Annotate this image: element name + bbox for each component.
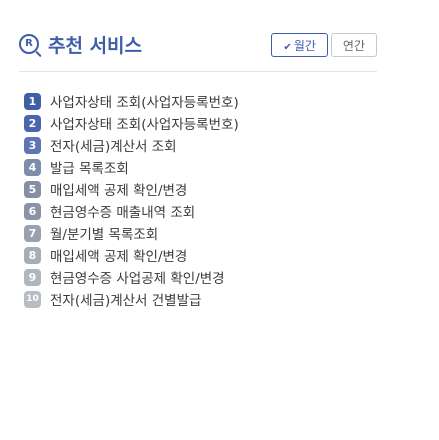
service-link[interactable]: 현금영수증 매출내역 조회: [50, 201, 195, 221]
search-recommend-icon: R: [19, 34, 39, 54]
service-item[interactable]: 8 매입세액 공제 확인/변경: [24, 244, 239, 266]
service-link[interactable]: 사업자상태 조회(사업자등록번호): [50, 113, 239, 133]
section-title: 추천 서비스: [48, 35, 143, 57]
service-item[interactable]: 10 전자(세금)계산서 건별발급: [24, 288, 239, 310]
rank-badge: 10: [24, 290, 41, 308]
header-divider: [19, 71, 377, 72]
service-link[interactable]: 사업자상태 조회(사업자등록번호): [50, 91, 239, 111]
service-item[interactable]: 7 월/분기별 목록조회: [24, 222, 239, 244]
rank-badge: 6: [24, 202, 41, 220]
service-link[interactable]: 현금영수증 사업공제 확인/변경: [50, 267, 225, 287]
rank-badge: 9: [24, 268, 41, 286]
service-item[interactable]: 6 현금영수증 매출내역 조회: [24, 200, 239, 222]
rank-badge: 2: [24, 114, 41, 132]
rank-badge: 8: [24, 246, 41, 264]
service-link[interactable]: 전자(세금)계산서 건별발급: [50, 289, 201, 309]
period-toggle: ✔ 월간 연간: [271, 33, 377, 57]
rank-badge: 3: [24, 136, 41, 154]
yearly-button[interactable]: 연간: [330, 33, 377, 57]
recommend-icon-letter: R: [25, 38, 33, 49]
service-list: 1 사업자상태 조회(사업자등록번호) 2 사업자상태 조회(사업자등록번호) 3전…: [24, 90, 239, 310]
rank-badge: 7: [24, 224, 41, 242]
service-link[interactable]: 전자(세금)계산서 조회: [50, 135, 177, 155]
rank-badge: 4: [24, 158, 41, 176]
rank-badge: 5: [24, 180, 41, 198]
service-item[interactable]: 4 발급 목록조회: [24, 156, 239, 178]
monthly-label: 월간: [293, 39, 316, 53]
service-link[interactable]: 월/분기별 목록조회: [50, 223, 158, 243]
yearly-label: 연간: [342, 39, 365, 53]
service-item[interactable]: 5 매입세액 공제 확인/변경: [24, 178, 239, 200]
rank-badge: 1: [24, 92, 41, 110]
monthly-button[interactable]: ✔ 월간: [271, 33, 328, 57]
service-item[interactable]: 2 사업자상태 조회(사업자등록번호): [24, 112, 239, 134]
service-item[interactable]: 3 전자(세금)계산서 조회: [24, 134, 239, 156]
service-link[interactable]: 매입세액 공제 확인/변경: [50, 179, 187, 199]
service-link[interactable]: 발급 목록조회: [50, 157, 129, 177]
check-icon: ✔: [283, 42, 292, 53]
recommended-services-header: R 추천 서비스 ✔ 월간 연간: [19, 33, 377, 61]
service-link[interactable]: 매입세액 공제 확인/변경: [50, 245, 187, 265]
service-item[interactable]: 1 사업자상태 조회(사업자등록번호): [24, 90, 239, 112]
service-item[interactable]: 9 현금영수증 사업공제 확인/변경: [24, 266, 239, 288]
